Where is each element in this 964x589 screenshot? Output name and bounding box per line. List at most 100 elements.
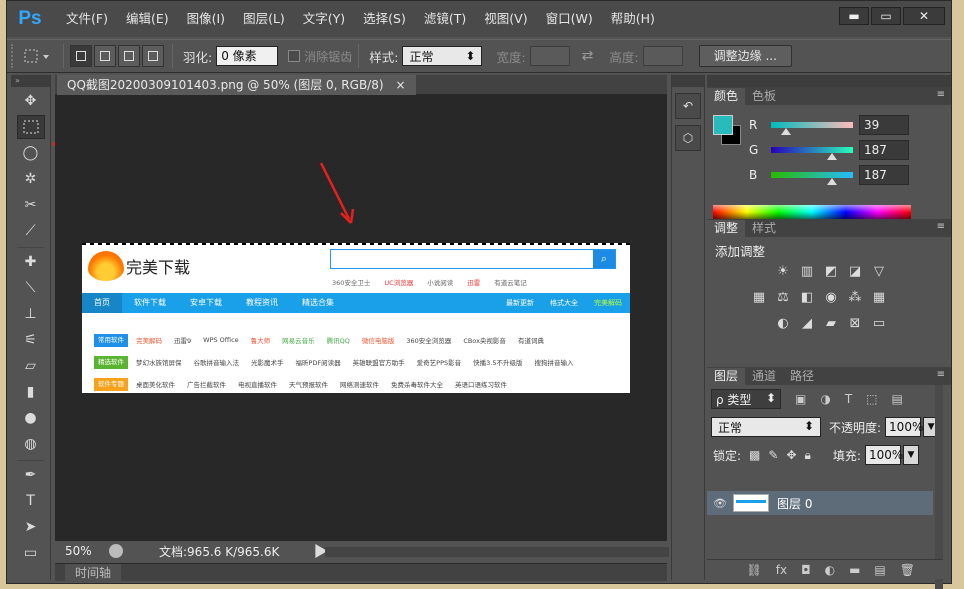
- red-value-field[interactable]: 39: [859, 115, 909, 135]
- photo-filter-icon[interactable]: ◉: [823, 289, 839, 305]
- exposure-icon[interactable]: ◪: [847, 263, 863, 279]
- menu-image[interactable]: 图像(I): [178, 1, 234, 37]
- magic-wand-tool-icon[interactable]: ✲: [17, 167, 45, 191]
- maximize-button[interactable]: ▭: [871, 7, 901, 25]
- new-group-icon[interactable]: ▬: [849, 563, 860, 577]
- type-tool-icon[interactable]: T: [17, 489, 45, 513]
- dock-header[interactable]: [672, 75, 704, 87]
- menu-edit[interactable]: 编辑(E): [117, 1, 178, 37]
- filter-pixel-icon[interactable]: ▣: [795, 392, 806, 406]
- eyedropper-tool-icon[interactable]: ⟋: [17, 219, 45, 243]
- eraser-tool-icon[interactable]: ▱: [17, 354, 45, 378]
- threshold-icon[interactable]: ▰: [823, 315, 839, 331]
- width-input[interactable]: [529, 46, 570, 66]
- green-slider[interactable]: [771, 147, 853, 160]
- layer-kind-select[interactable]: ρ 类型 ⬍: [711, 389, 781, 409]
- blue-value-field[interactable]: 187: [859, 165, 909, 185]
- dodge-tool-icon[interactable]: ◍: [17, 432, 45, 456]
- fill-field[interactable]: 100%: [864, 445, 903, 465]
- link-layers-icon[interactable]: ⛓: [747, 563, 762, 577]
- canvas-area[interactable]: 完美下载 ⌕ 360安全卫士 UC浏览器 小说阅读 迅雷 有道云笔记 首页 软件…: [55, 95, 667, 541]
- filter-shape-icon[interactable]: ⬚: [866, 392, 877, 406]
- horizontal-scrollbar[interactable]: [325, 547, 669, 557]
- gradient-tool-icon[interactable]: ▮: [17, 380, 45, 404]
- add-selection-button[interactable]: [94, 45, 116, 67]
- menu-layer[interactable]: 图层(L): [234, 1, 294, 37]
- new-selection-button[interactable]: [70, 45, 92, 67]
- menu-type[interactable]: 文字(Y): [294, 1, 354, 37]
- layer-row[interactable]: 👁︎ 图层 0: [707, 491, 933, 515]
- foreground-color-swatch[interactable]: [713, 115, 733, 135]
- selective-color-icon[interactable]: ⊠: [847, 315, 863, 331]
- subtract-selection-button[interactable]: [118, 45, 140, 67]
- opacity-field[interactable]: 100%: [885, 417, 923, 437]
- tab-close-icon[interactable]: ×: [396, 75, 406, 95]
- clone-stamp-tool-icon[interactable]: ⊥: [17, 302, 45, 326]
- curves-icon[interactable]: ◩: [823, 263, 839, 279]
- posterize-icon[interactable]: ◢: [799, 315, 815, 331]
- color-balance-icon[interactable]: ⚖: [775, 289, 791, 305]
- healing-brush-tool-icon[interactable]: ✚: [17, 250, 45, 274]
- hue-saturation-icon[interactable]: ▦: [751, 289, 767, 305]
- tool-preset-picker[interactable]: [17, 45, 57, 67]
- brush-tool-icon[interactable]: ⟍: [17, 276, 45, 300]
- tab-swatches[interactable]: 色板: [745, 88, 783, 105]
- invert-icon[interactable]: ◐: [775, 315, 791, 331]
- tab-adjustments[interactable]: 调整: [707, 220, 746, 237]
- feather-input[interactable]: 0 像素: [216, 46, 279, 66]
- menu-filter[interactable]: 滤镜(T): [415, 1, 475, 37]
- tab-paths[interactable]: 路径: [783, 368, 821, 385]
- tab-color[interactable]: 颜色: [707, 88, 746, 105]
- pen-tool-icon[interactable]: ✒: [17, 463, 45, 487]
- document-tab[interactable]: QQ截图20200309101403.png @ 50% (图层 0, RGB/…: [57, 75, 416, 95]
- menu-file[interactable]: 文件(F): [57, 1, 117, 37]
- history-brush-tool-icon[interactable]: ⚟: [17, 328, 45, 352]
- vibrance-icon[interactable]: ▽: [871, 263, 887, 279]
- tools-panel-header[interactable]: »: [11, 75, 50, 87]
- document-image[interactable]: 完美下载 ⌕ 360安全卫士 UC浏览器 小说阅读 迅雷 有道云笔记 首页 软件…: [82, 243, 630, 393]
- zoom-level[interactable]: 50%: [65, 544, 105, 558]
- levels-icon[interactable]: ▥: [799, 263, 815, 279]
- antialias-checkbox[interactable]: [288, 50, 301, 62]
- new-layer-icon[interactable]: ▤: [874, 563, 885, 577]
- blend-mode-select[interactable]: 正常 ⬍: [711, 417, 821, 437]
- black-white-icon[interactable]: ◧: [799, 289, 815, 305]
- path-selection-tool-icon[interactable]: ➤: [17, 515, 45, 539]
- minimize-button[interactable]: ▬: [839, 7, 869, 25]
- panel-menu-icon[interactable]: ≡: [937, 369, 945, 380]
- slider-thumb[interactable]: [827, 153, 837, 160]
- menu-view[interactable]: 视图(V): [475, 1, 536, 37]
- menu-help[interactable]: 帮助(H): [602, 1, 664, 37]
- gradient-map-icon[interactable]: ▭: [871, 315, 887, 331]
- menu-window[interactable]: 窗口(W): [537, 1, 602, 37]
- slider-thumb[interactable]: [827, 178, 837, 185]
- lock-transparent-icon[interactable]: ▩: [749, 448, 760, 462]
- new-adjustment-icon[interactable]: ◐: [825, 563, 835, 577]
- panel-menu-icon[interactable]: ≡: [937, 221, 945, 232]
- filter-type-icon[interactable]: T: [845, 392, 852, 406]
- brightness-icon[interactable]: ☀: [775, 263, 791, 279]
- marquee-tool-icon[interactable]: [16, 115, 45, 139]
- swap-icon[interactable]: ⇄: [582, 48, 594, 64]
- color-spectrum[interactable]: [713, 205, 911, 219]
- timeline-tab[interactable]: 时间轴: [65, 564, 122, 582]
- filter-smart-icon[interactable]: ▤: [892, 392, 903, 406]
- refine-edge-button[interactable]: 调整边缘 ...: [698, 45, 792, 67]
- panel-menu-icon[interactable]: ≡: [937, 89, 945, 100]
- filter-adjust-icon[interactable]: ◑: [820, 392, 830, 406]
- tab-channels[interactable]: 通道: [745, 368, 783, 385]
- lasso-tool-icon[interactable]: ◯: [17, 141, 45, 165]
- tab-styles[interactable]: 样式: [745, 220, 783, 237]
- height-input[interactable]: [642, 46, 683, 66]
- layer-name[interactable]: 图层 0: [777, 495, 812, 512]
- panels-header[interactable]: [707, 75, 951, 87]
- add-mask-icon[interactable]: ◘: [801, 563, 811, 577]
- lock-image-icon[interactable]: ✎: [768, 448, 778, 462]
- move-tool-icon[interactable]: ✥: [17, 89, 45, 113]
- channel-mixer-icon[interactable]: ⁂: [847, 289, 863, 305]
- crop-tool-icon[interactable]: ✂: [17, 193, 45, 217]
- rectangle-tool-icon[interactable]: ▭: [17, 541, 45, 565]
- color-lookup-icon[interactable]: ▦: [871, 289, 887, 305]
- visibility-eye-icon[interactable]: 👁︎: [707, 497, 733, 510]
- close-button[interactable]: ✕: [903, 7, 945, 25]
